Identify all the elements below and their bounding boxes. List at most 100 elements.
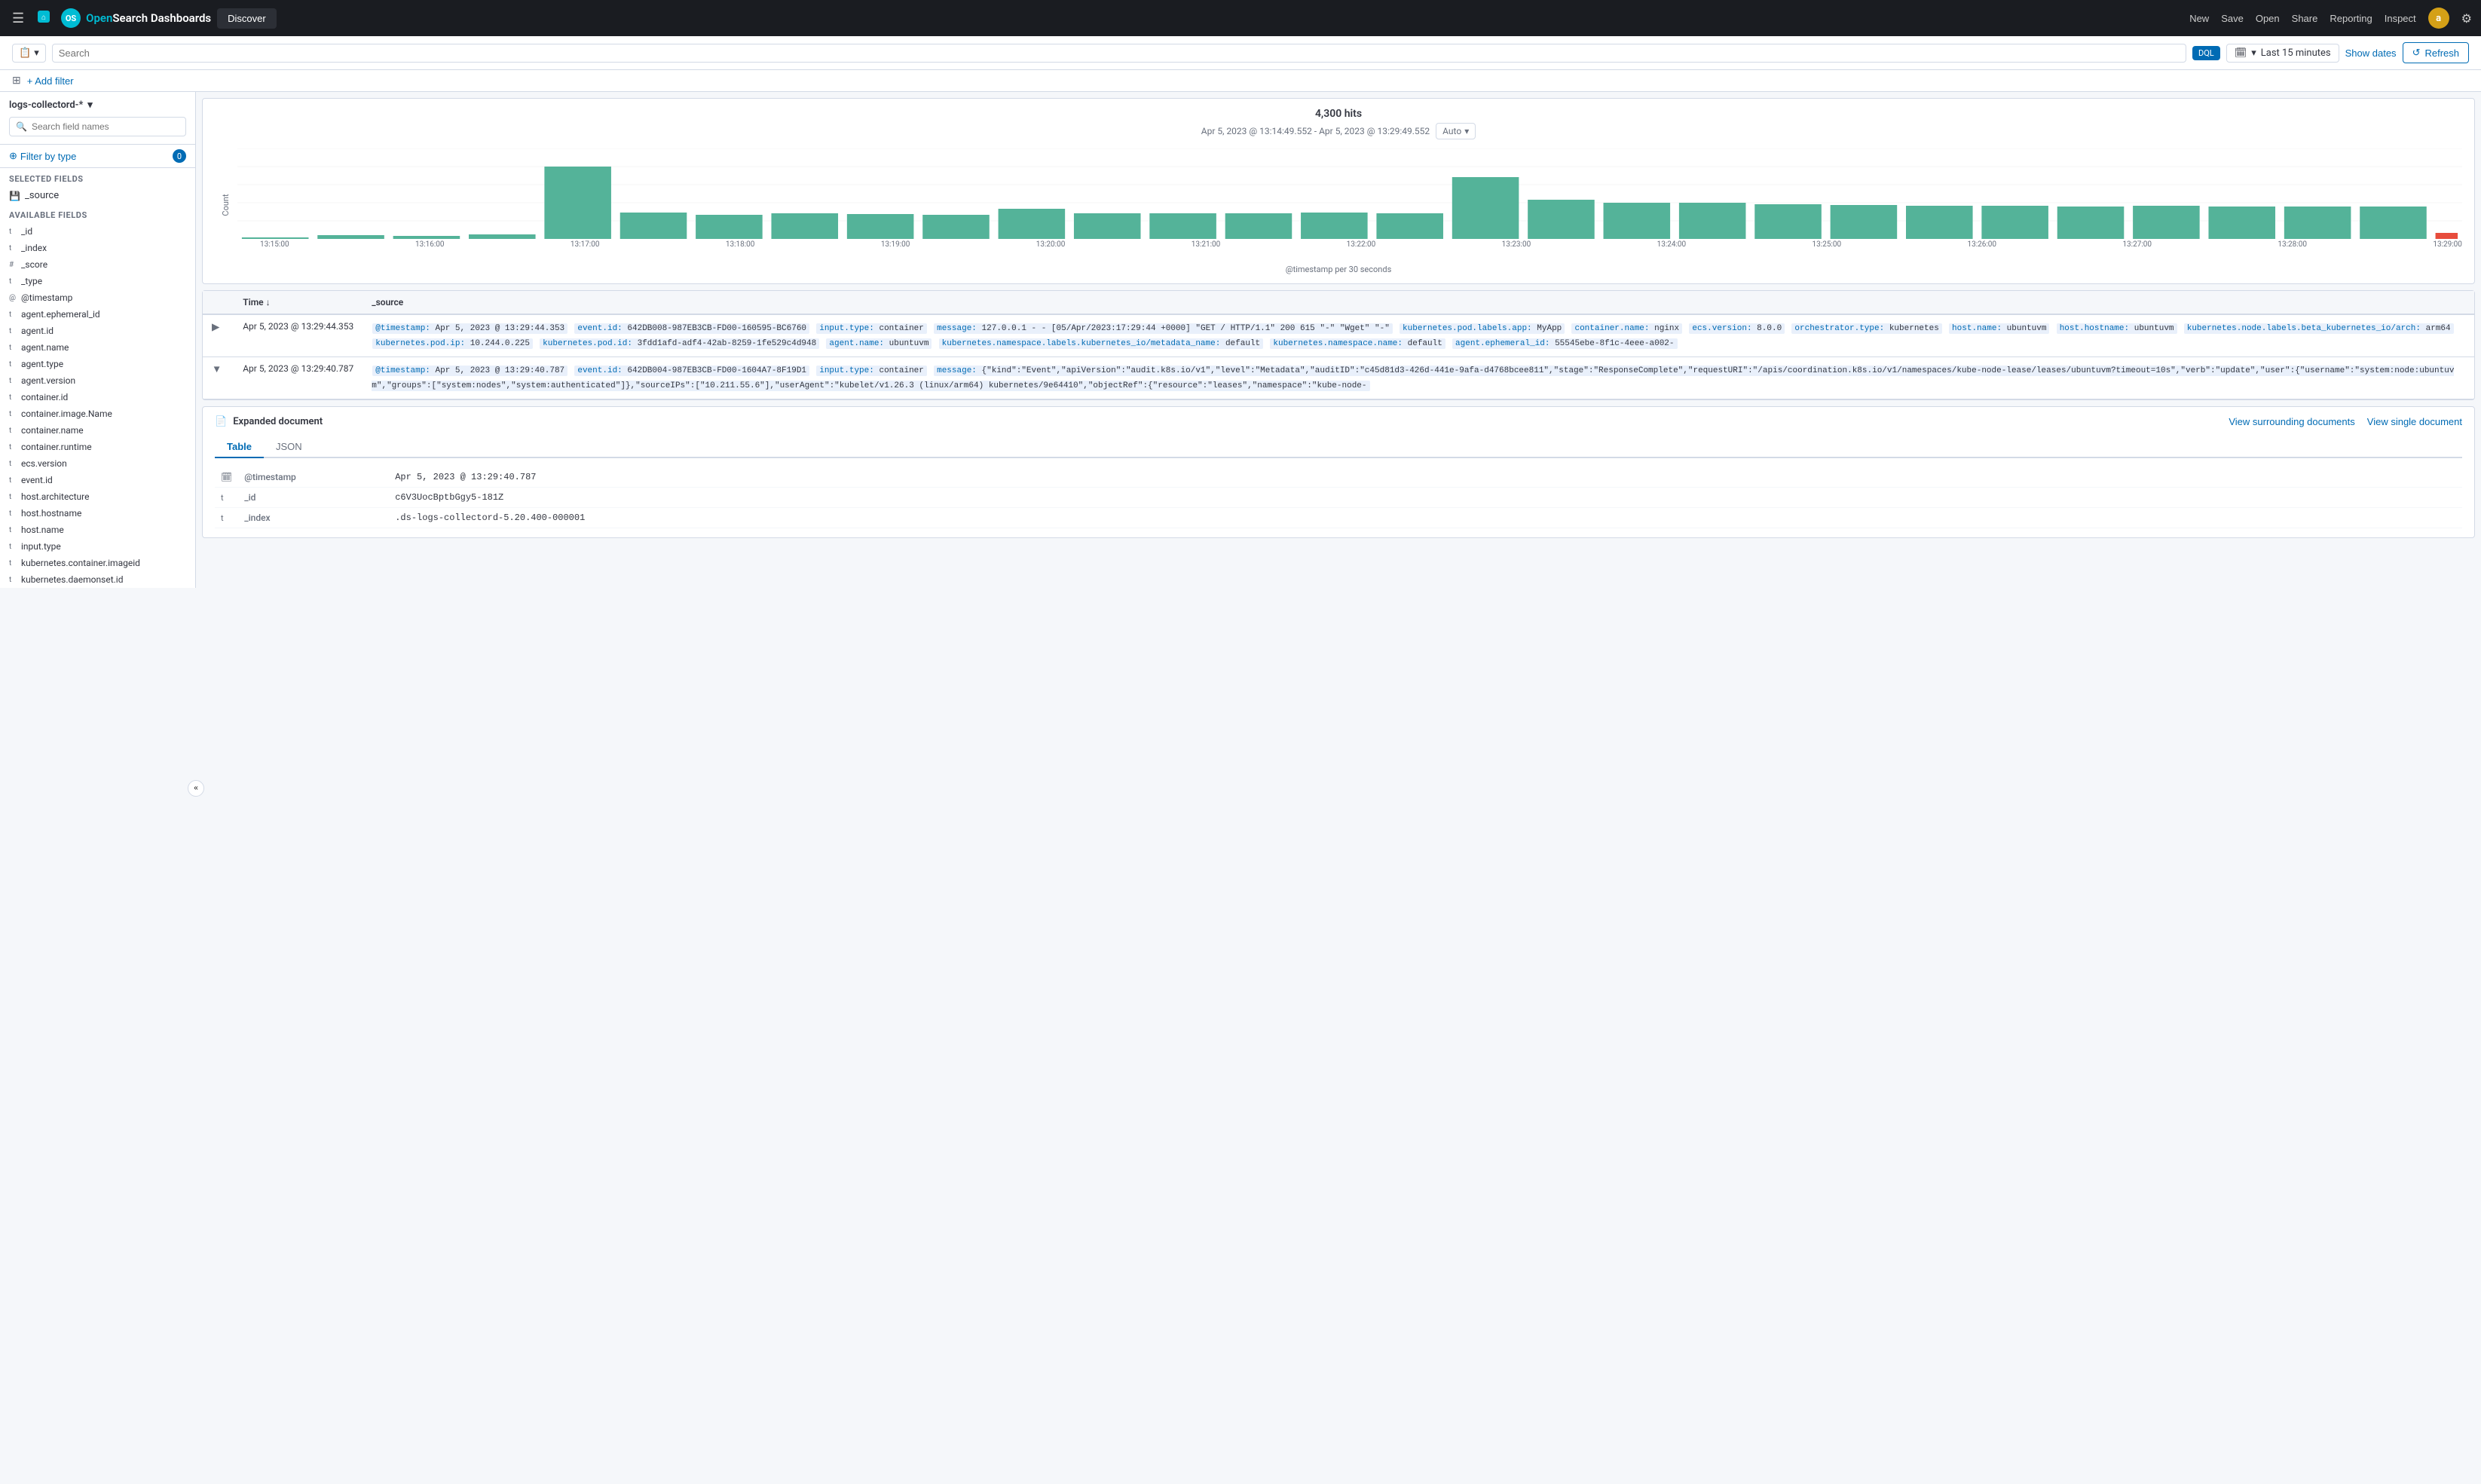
field-type-badge: # [9,261,17,269]
field-name: _type [21,276,186,286]
sidebar-field-item[interactable]: thost.architecture [0,488,195,505]
field-name: host.hostname [21,508,186,519]
field-type-badge: t [9,543,17,551]
row-expand-button[interactable]: ▼ [212,363,222,375]
sidebar-field-item[interactable]: tagent.id [0,323,195,339]
selected-fields-label: Selected fields [0,168,195,187]
index-selector[interactable]: 📋 ▾ [12,44,46,63]
sidebar-field-item[interactable]: tcontainer.id [0,389,195,405]
sidebar-field-item[interactable]: tcontainer.image.Name [0,405,195,422]
search-fields-input[interactable] [32,121,179,132]
time-range-label: Last 15 minutes [2261,47,2331,59]
sidebar-field-item[interactable]: tagent.ephemeral_id [0,306,195,323]
search-input[interactable] [59,47,2180,59]
sidebar-field-item[interactable]: @@timestamp [0,289,195,306]
field-type-badge: @ [9,294,17,302]
field-name: host.name [21,525,186,535]
sidebar-field-item[interactable]: #_score [0,256,195,273]
auto-select[interactable]: Auto ▾ [1436,123,1476,139]
svg-text:⌂: ⌂ [41,14,46,22]
field-name: agent.type [21,359,186,369]
dql-badge[interactable]: DQL [2192,46,2220,60]
source-field-item[interactable]: 💾 _source [0,187,195,204]
search-input-wrap [52,44,2186,63]
field-type-badge: t [9,493,17,501]
filter-count-badge: 0 [173,149,186,163]
share-button[interactable]: Share [2292,13,2318,24]
sidebar-field-item[interactable]: t_index [0,240,195,256]
save-button[interactable]: Save [2221,13,2244,24]
settings-icon[interactable]: ⚙ [2461,11,2472,26]
reporting-button[interactable]: Reporting [2330,13,2372,24]
sidebar-field-item[interactable]: t agent.version [0,372,195,389]
add-filter-button[interactable]: + Add filter [27,75,74,87]
filter-bar: ⊞ + Add filter [0,70,2481,92]
field-name: kubernetes.daemonset.id [21,574,186,585]
sidebar-field-item[interactable]: tcontainer.runtime [0,439,195,455]
hamburger-menu-button[interactable]: ☰ [9,8,27,29]
app-logo: OS OpenSearch Dashboards [60,8,211,29]
field-name: _index [21,243,186,253]
available-fields-label: Available fields [0,204,195,223]
index-icon: 📋 [19,47,31,59]
chart-y-label: Count [221,194,231,216]
index-pattern[interactable]: logs-collectord-* ▾ [9,99,186,111]
inspect-button[interactable]: Inspect [2385,13,2416,24]
collapse-sidebar-button[interactable]: « [188,780,204,797]
sidebar-field-item[interactable]: tecs.version [0,455,195,472]
search-bar: 📋 ▾ DQL 🗓 ▾ Last 15 minutes Show dates ↺… [0,36,2481,70]
sidebar-field-item[interactable]: t_type [0,273,195,289]
field-type-badge: t [9,460,17,468]
doc-field-name: _id [238,488,389,508]
field-type-badge: t [9,427,17,435]
sidebar-field-item[interactable]: thost.hostname [0,505,195,522]
field-name: agent.version [21,375,186,386]
time-cell: Apr 5, 2023 @ 13:29:40.787 [234,357,363,399]
results-table: Time ↓ _source ▶ Apr 5, 2023 @ 13:29:44.… [203,291,2474,399]
avatar[interactable]: a [2428,8,2449,29]
sidebar-field-item[interactable]: tinput.type [0,538,195,555]
chart-subtitle: Apr 5, 2023 @ 13:14:49.552 - Apr 5, 2023… [215,123,2462,139]
expanded-title: 📄 Expanded document [215,416,323,427]
sidebar-field-item[interactable]: tagent.name [0,339,195,356]
tab-table[interactable]: Table [215,436,264,458]
doc-field-value: .ds-logs-collectord-5.20.400-000001 [389,508,2462,528]
chevron-down-icon: ▾ [34,47,39,59]
field-name: agent.name [21,342,186,353]
sidebar-field-item[interactable]: t kubernetes.daemonset.id [0,571,195,588]
tabs-row: Table JSON [215,436,2462,458]
table-row: ▼ Apr 5, 2023 @ 13:29:40.787 @timestamp:… [203,357,2474,399]
search-icon: 🔍 [16,121,27,132]
field-type-badge: t [9,476,17,485]
sidebar-field-item[interactable]: t agent.type [0,356,195,372]
row-expand-button[interactable]: ▶ [212,321,219,333]
sidebar-field-item[interactable]: thost.name [0,522,195,538]
field-type-badge: t [9,576,17,584]
view-surrounding-button[interactable]: View surrounding documents [2229,416,2354,427]
home-button[interactable]: ⌂ [33,6,54,31]
results-section: Time ↓ _source ▶ Apr 5, 2023 @ 13:29:44.… [202,290,2475,400]
field-name: _id [21,226,186,237]
new-button[interactable]: New [2189,13,2209,24]
time-picker[interactable]: 🗓 ▾ Last 15 minutes [2226,44,2339,63]
top-navigation: ☰ ⌂ OS OpenSearch Dashboards Discover Ne… [0,0,2481,36]
chart-time-range: Apr 5, 2023 @ 13:14:49.552 - Apr 5, 2023… [1201,126,1430,136]
discover-tab[interactable]: Discover [217,8,277,29]
hits-title: 4,300 hits [215,108,2462,120]
doc-table-row: t _index .ds-logs-collectord-5.20.400-00… [215,508,2462,528]
sidebar-scroll: Selected fields 💾 _source Available fiel… [0,168,195,588]
tab-json[interactable]: JSON [264,436,314,458]
timestamp-icon: 🗓 [221,472,232,482]
sidebar-field-item[interactable]: tevent.id [0,472,195,488]
show-dates-button[interactable]: Show dates [2345,47,2397,59]
refresh-button[interactable]: ↺ Refresh [2403,42,2469,63]
sidebar-field-item[interactable]: t_id [0,223,195,240]
view-single-button[interactable]: View single document [2367,416,2462,427]
sidebar-field-item[interactable]: tcontainer.name [0,422,195,439]
filter-by-type-button[interactable]: ⊕ Filter by type [9,150,76,162]
refresh-icon: ↺ [2412,47,2421,59]
field-type-badge: t [9,377,17,385]
sidebar-field-item[interactable]: tkubernetes.container.imageid [0,555,195,571]
open-button[interactable]: Open [2256,13,2280,24]
field-type-badge: t [9,360,17,369]
